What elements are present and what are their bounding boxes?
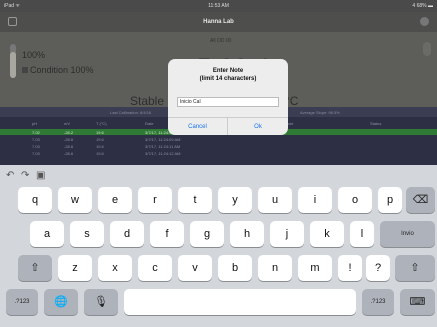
enter-key[interactable]: Invio (380, 221, 435, 247)
paste-icon[interactable]: ▣ (36, 170, 45, 181)
numbers-key-right[interactable]: .?123 (362, 289, 394, 315)
battery-percent: 100% (22, 50, 46, 60)
enter-note-dialog: Enter Note (limit 14 characters) Inicio … (168, 59, 288, 135)
key-a[interactable]: a (30, 221, 64, 247)
condition-label: Condition 100% (22, 65, 94, 75)
globe-icon: 🌐 (54, 296, 68, 308)
key-i[interactable]: i (298, 187, 332, 213)
status-battery: 4 68% ▬ (412, 3, 433, 9)
key-p[interactable]: p (378, 187, 402, 213)
status-time: 11:53 AM (208, 3, 229, 9)
backspace-icon: ⌫ (412, 194, 429, 206)
key-k[interactable]: k (310, 221, 344, 247)
reading-sub-label: All OD 00 (210, 38, 232, 44)
on-screen-keyboard: ↶ ↷ ▣ q w e r t y u i o p ⌫ a s d f g h … (0, 165, 437, 327)
key-l[interactable]: l (350, 221, 374, 247)
key-z[interactable]: z (58, 255, 92, 281)
key-n[interactable]: n (258, 255, 292, 281)
undo-icon[interactable]: ↶ (6, 170, 14, 181)
shift-left-key[interactable]: ⇧ (18, 255, 52, 281)
key-x[interactable]: x (98, 255, 132, 281)
key-u[interactable]: u (258, 187, 292, 213)
col-ph: pH (32, 121, 38, 126)
dialog-title: Enter Note (limit 14 characters) (199, 68, 257, 82)
col-date: Date (145, 121, 154, 126)
dialog-buttons: Cancel Ok (168, 117, 288, 135)
key-q[interactable]: q (18, 187, 52, 213)
shift-icon: ⇧ (410, 262, 420, 274)
key-e[interactable]: e (98, 187, 132, 213)
average-slope: Average Slope: 98.5% (300, 110, 340, 115)
nav-bar: Hanna Lab (0, 12, 437, 32)
stability-label: Stable (130, 94, 165, 108)
side-handle-icon[interactable] (423, 42, 431, 56)
ok-button[interactable]: Ok (228, 118, 288, 135)
keyboard-shortcut-bar: ↶ ↷ ▣ (0, 165, 437, 185)
space-key[interactable] (124, 289, 356, 315)
shift-right-key[interactable]: ⇧ (395, 255, 435, 281)
key-r[interactable]: r (138, 187, 172, 213)
cancel-button[interactable]: Cancel (168, 118, 228, 135)
nav-title: Hanna Lab (203, 19, 234, 25)
table-row[interactable]: 7.03 -28.6 19.6 3/7/17, 11:24:09 AM (0, 136, 437, 142)
key-s[interactable]: s (70, 221, 104, 247)
menu-icon[interactable] (8, 17, 17, 26)
key-c[interactable]: c (138, 255, 172, 281)
keyboard-icon: ⌨ (409, 296, 426, 308)
table-row[interactable]: 7.03 -28.6 19.6 3/7/17, 11:24:11 AM (0, 143, 437, 149)
key-j[interactable]: j (270, 221, 304, 247)
app-content: Hanna Lab 100% Condition 100% All OD 00 … (0, 12, 437, 165)
key-y[interactable]: y (218, 187, 252, 213)
table-row[interactable]: 7.03 -28.6 19.6 3/7/17, 11:24:12 AM (0, 150, 437, 156)
backspace-key[interactable]: ⌫ (406, 187, 435, 213)
note-input[interactable]: Inicio Cal (177, 97, 279, 107)
key-g[interactable]: g (190, 221, 224, 247)
battery-icon (10, 44, 16, 78)
key-b[interactable]: b (218, 255, 252, 281)
key-d[interactable]: d (110, 221, 144, 247)
dictation-key[interactable]: 🎙 (84, 289, 118, 315)
status-bar: iPad ᯤ 11:53 AM 4 68% ▬ (0, 0, 437, 12)
key-f[interactable]: f (150, 221, 184, 247)
key-m[interactable]: m (298, 255, 332, 281)
numbers-key-left[interactable]: .?123 (6, 289, 38, 315)
key-h[interactable]: h (230, 221, 264, 247)
key-t[interactable]: t (178, 187, 212, 213)
col-status: Status (370, 121, 382, 126)
key-v[interactable]: v (178, 255, 212, 281)
redo-icon[interactable]: ↷ (21, 170, 29, 181)
col-temp: T (°C) (96, 121, 107, 126)
shift-icon: ⇧ (30, 262, 40, 274)
key-exclamation[interactable]: ! (338, 255, 362, 281)
microphone-icon: 🎙 (94, 296, 108, 308)
globe-key[interactable]: 🌐 (44, 289, 78, 315)
settings-icon[interactable] (420, 17, 429, 26)
key-o[interactable]: o (338, 187, 372, 213)
col-mv: mV (64, 121, 70, 126)
last-calibration: Last Calibration: 8/4/16 (110, 110, 152, 115)
key-w[interactable]: w (58, 187, 92, 213)
hide-keyboard-key[interactable]: ⌨ (400, 289, 435, 315)
key-question[interactable]: ? (366, 255, 390, 281)
